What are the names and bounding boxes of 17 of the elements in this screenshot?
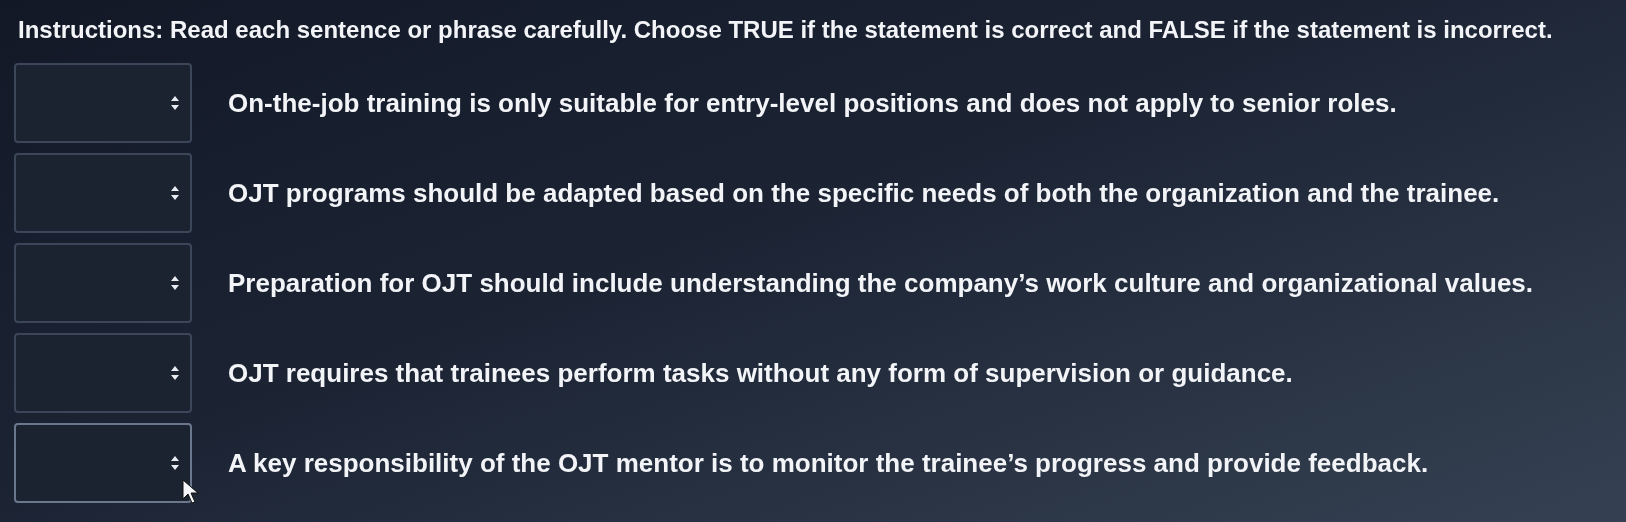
statement-text: OJT requires that trainees perform tasks without any form of supervision or guidance. (228, 357, 1293, 389)
statement-text: Preparation for OJT should include understanding the company’s work culture and organizational values. (228, 267, 1534, 299)
up-down-arrows-icon (170, 95, 180, 111)
statement-text: OJT programs should be adapted based on the specific needs of both the organization and the trainee. (228, 177, 1500, 209)
answer-dropdown[interactable] (14, 243, 192, 323)
answer-dropdown[interactable] (14, 153, 192, 233)
mouse-pointer-icon (182, 479, 200, 505)
statement-text: On-the-job training is only suitable for entry-level positions and does not apply to senior roles. (228, 87, 1397, 119)
statement-text: A key responsibility of the OJT mentor is to monitor the trainee’s progress and provide feedback. (228, 447, 1429, 479)
up-down-arrows-icon (170, 455, 180, 471)
answer-dropdown[interactable] (14, 333, 192, 413)
instructions-text: Instructions: Read each sentence or phrase carefully. Choose TRUE if the statement is correct and FALSE if the statement is incorrect. (18, 16, 1553, 44)
up-down-arrows-icon (170, 275, 180, 291)
up-down-arrows-icon (170, 185, 180, 201)
answer-dropdown[interactable] (14, 63, 192, 143)
up-down-arrows-icon (170, 365, 180, 381)
answer-dropdown[interactable] (14, 423, 192, 503)
